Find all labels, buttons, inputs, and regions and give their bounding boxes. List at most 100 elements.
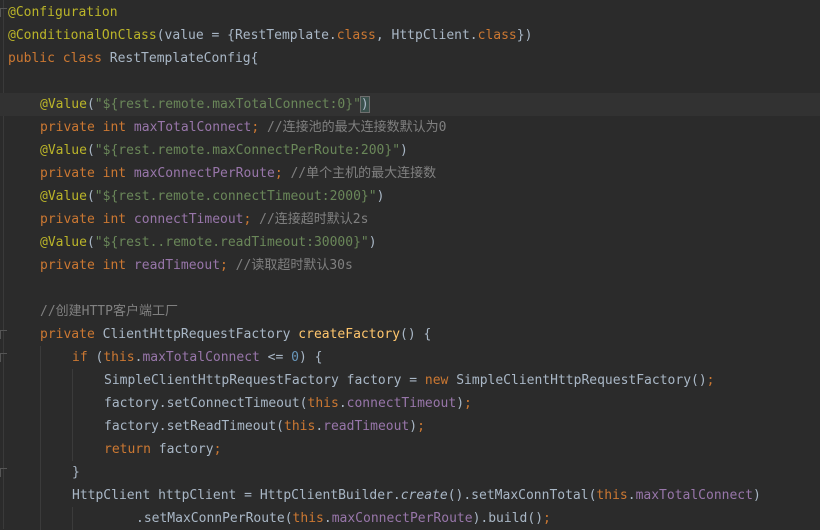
code-content: } (8, 465, 80, 480)
code-token: HttpClient httpClient = HttpClientBuilde… (72, 488, 401, 503)
code-token: ) { (299, 350, 323, 365)
code-token: @Configuration (8, 5, 118, 20)
code-token: "${rest.remote.maxConnectPerRoute:200}" (94, 143, 401, 158)
indent-guide (72, 392, 73, 415)
code-token: private int (40, 166, 134, 181)
code-line[interactable]: private int maxConnectPerRoute; //单个主机的最… (0, 162, 820, 185)
code-token: @Value (40, 189, 87, 204)
code-token: "${rest.remote.maxTotalConnect:0}" (94, 97, 361, 112)
code-token: public class (8, 51, 110, 66)
code-line[interactable]: private int readTimeout; //读取超时默认30s (0, 254, 820, 277)
code-line[interactable]: if (this.maxTotalConnect <= 0) { (0, 346, 820, 369)
code-token: private int (40, 212, 134, 227)
code-token: ; (417, 419, 425, 434)
code-content: @Value("${rest..remote.readTimeout:30000… (8, 235, 377, 250)
code-line[interactable]: HttpClient httpClient = HttpClientBuilde… (0, 484, 820, 507)
indent-guide (40, 438, 41, 461)
code-line[interactable]: factory.setConnectTimeout(this.connectTi… (0, 392, 820, 415)
code-token: ) (409, 419, 418, 434)
code-token: class (336, 28, 376, 43)
code-line[interactable]: factory.setReadTimeout(this.readTimeout)… (0, 415, 820, 438)
fold-marker-icon[interactable] (0, 353, 7, 362)
code-line[interactable]: @Value("${rest.remote.connectTimeout:200… (0, 185, 820, 208)
indent-guide (40, 484, 41, 507)
code-line[interactable]: @Value("${rest.remote.maxTotalConnect:0}… (0, 93, 820, 116)
code-line[interactable]: @Value("${rest.remote.maxConnectPerRoute… (0, 139, 820, 162)
fold-marker-icon[interactable] (0, 8, 7, 17)
code-line[interactable] (0, 70, 820, 93)
code-token: private int (40, 258, 134, 273)
code-line[interactable]: } (0, 461, 820, 484)
code-token: class (477, 28, 517, 43)
code-line[interactable]: private ClientHttpRequestFactory createF… (0, 323, 820, 346)
code-content: //创建HTTP客户端工厂 (8, 304, 178, 319)
code-line[interactable]: @ConditionalOnClass(value = {RestTemplat… (0, 24, 820, 47)
code-token: //连接池的最大连接数默认为0 (266, 120, 447, 135)
code-content: @ConditionalOnClass(value = {RestTemplat… (8, 28, 532, 43)
fold-marker-icon[interactable] (0, 330, 7, 339)
code-token: new (424, 373, 457, 388)
code-line[interactable]: public class RestTemplateConfig{ (0, 47, 820, 70)
code-content: public class RestTemplateConfig{ (8, 51, 258, 66)
code-content (8, 281, 40, 296)
code-token: 0 (291, 350, 299, 365)
code-line[interactable]: @Configuration (0, 1, 820, 24)
code-token: ).build() (472, 511, 544, 526)
code-line[interactable]: return factory; (0, 438, 820, 461)
code-token: "${rest..remote.readTimeout:30000}" (94, 235, 369, 250)
code-token: ( (86, 143, 95, 158)
code-line[interactable]: //创建HTTP客户端工厂 (0, 300, 820, 323)
indent-guide (40, 415, 41, 438)
code-token: ; (464, 396, 472, 411)
indent-guide (72, 507, 73, 530)
code-token: readTimeout (133, 258, 221, 273)
code-content: private int maxConnectPerRoute; //单个主机的最… (8, 166, 436, 181)
code-line[interactable]: private int maxTotalConnect; //连接池的最大连接数… (0, 116, 820, 139)
code-token: ; (274, 166, 291, 181)
code-token: ) (359, 96, 370, 113)
code-token: factory.setConnectTimeout( (104, 396, 308, 411)
indent-guide (40, 346, 41, 369)
code-token: //创建HTTP客户端工厂 (40, 304, 178, 319)
code-token: ClientHttpRequestFactory (102, 327, 299, 342)
code-token: if (72, 350, 96, 365)
code-token: ( (86, 189, 95, 204)
code-token: connectTimeout (133, 212, 244, 227)
code-token: ) (752, 488, 761, 503)
code-token: . (315, 419, 324, 434)
code-token: ; (220, 258, 236, 273)
code-token: this (292, 511, 324, 526)
fold-marker-icon[interactable] (0, 468, 7, 477)
code-editor[interactable]: @Configuration @ConditionalOnClass(value … (0, 1, 820, 530)
code-token: create (400, 488, 448, 503)
code-token: maxTotalConnect (142, 350, 260, 365)
code-content: factory.setReadTimeout(this.readTimeout)… (8, 419, 425, 434)
code-token: () { (400, 327, 432, 342)
code-token: createFactory (298, 327, 401, 342)
code-content: factory.setConnectTimeout(this.connectTi… (8, 396, 472, 411)
text-cursor (368, 96, 370, 113)
code-token: connectTimeout (346, 396, 457, 411)
code-token: @Value (40, 97, 87, 112)
code-line[interactable]: private int connectTimeout; //连接超时默认2s (0, 208, 820, 231)
code-content: private int readTimeout; //读取超时默认30s (8, 258, 353, 273)
code-token: ) (400, 143, 408, 158)
code-token: } (72, 465, 80, 480)
code-token: .setMaxConnPerRoute( (136, 511, 293, 526)
code-line[interactable]: .setMaxConnPerRoute(this.maxConnectPerRo… (0, 507, 820, 530)
indent-guide (40, 392, 41, 415)
code-token: //连接超时默认2s (259, 212, 369, 227)
code-token: SimpleClientHttpRequestFactory() (456, 373, 707, 388)
code-line[interactable] (0, 277, 820, 300)
code-line[interactable]: SimpleClientHttpRequestFactory factory =… (0, 369, 820, 392)
code-content: if (this.maxTotalConnect <= 0) { (8, 350, 322, 365)
code-token: . (323, 511, 332, 526)
code-token: (value = {RestTemplate. (156, 28, 337, 43)
code-token: ( (86, 97, 95, 112)
code-token: @Value (40, 235, 87, 250)
code-line[interactable]: @Value("${rest..remote.readTimeout:30000… (0, 231, 820, 254)
indent-guide (72, 438, 73, 461)
code-token: maxConnectPerRoute (133, 166, 275, 181)
code-token: ; (706, 373, 715, 388)
code-content: @Value("${rest.remote.connectTimeout:200… (8, 189, 384, 204)
